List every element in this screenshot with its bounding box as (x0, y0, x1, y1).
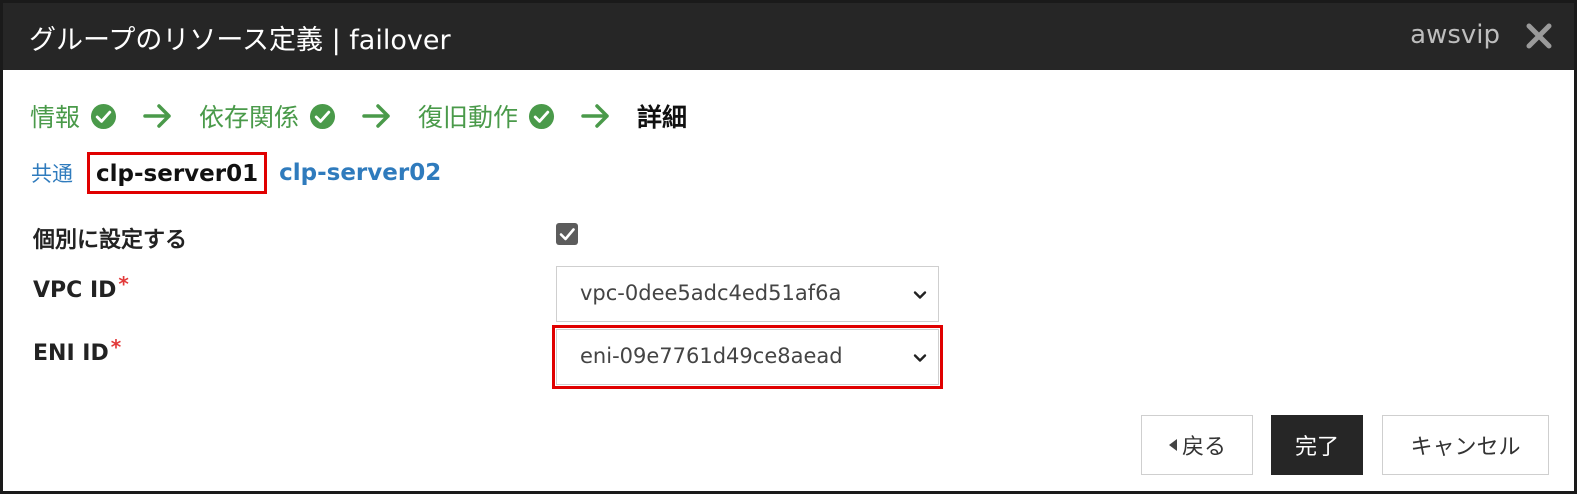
arrow-right-icon (143, 104, 171, 128)
vpc-id-select[interactable]: vpc-0dee5adc4ed51af6a (556, 266, 939, 322)
finish-button[interactable]: 完了 (1271, 415, 1363, 475)
resource-definition-dialog: グループのリソース定義 | failover awsvip 情報 依存関係 復旧… (0, 0, 1577, 494)
vpc-id-label-text: VPC ID (33, 278, 117, 303)
step-label: 情報 (30, 103, 81, 132)
cancel-button-label: キャンセル (1410, 435, 1521, 460)
eni-id-label-text: ENI ID (33, 341, 109, 366)
checkmark-icon (559, 228, 575, 241)
check-circle-icon (309, 103, 336, 129)
vpc-id-label: VPC ID * (33, 272, 129, 303)
step-recovery[interactable]: 復旧動作 (418, 98, 555, 134)
dialog-title: グループのリソース定義 | failover (29, 25, 451, 56)
step-dependency[interactable]: 依存関係 (199, 98, 336, 134)
individual-setting-checkbox[interactable] (556, 223, 578, 245)
back-button[interactable]: 戻る (1141, 415, 1253, 475)
step-label: 詳細 (637, 103, 688, 132)
tab-clp-server01[interactable]: clp-server01 (87, 152, 268, 194)
tab-common[interactable]: 共通 (31, 158, 73, 188)
finish-button-label: 完了 (1294, 435, 1339, 460)
required-mark: * (118, 272, 129, 296)
resource-name: awsvip (1410, 20, 1500, 50)
eni-id-select[interactable]: eni-09e7761d49ce8aead (552, 325, 943, 389)
caret-left-icon (1168, 439, 1177, 451)
check-circle-icon (90, 103, 117, 129)
step-label: 復旧動作 (418, 103, 519, 132)
check-circle-icon (529, 103, 555, 129)
required-mark: * (110, 335, 122, 359)
step-info[interactable]: 情報 (30, 98, 117, 134)
back-button-label: 戻る (1181, 435, 1226, 460)
arrow-right-icon (581, 104, 609, 128)
step-details: 詳細 (637, 98, 687, 134)
dialog-titlebar: グループのリソース定義 | failover awsvip (3, 3, 1574, 70)
chevron-down-icon (913, 291, 927, 299)
wizard-steps: 情報 依存関係 復旧動作 詳細 (30, 96, 687, 136)
server-tabs: 共通 clp-server01 clp-server02 (31, 152, 441, 194)
chevron-down-icon (913, 354, 927, 362)
close-icon[interactable] (1524, 21, 1554, 51)
eni-id-label: ENI ID * (33, 335, 121, 366)
arrow-right-icon (362, 104, 390, 128)
vpc-id-value: vpc-0dee5adc4ed51af6a (580, 281, 842, 305)
individual-setting-label: 個別に設定する (33, 228, 188, 253)
step-label: 依存関係 (199, 103, 300, 132)
tab-clp-server02[interactable]: clp-server02 (279, 160, 441, 186)
cancel-button[interactable]: キャンセル (1382, 415, 1549, 475)
eni-id-value: eni-09e7761d49ce8aead (580, 344, 843, 368)
